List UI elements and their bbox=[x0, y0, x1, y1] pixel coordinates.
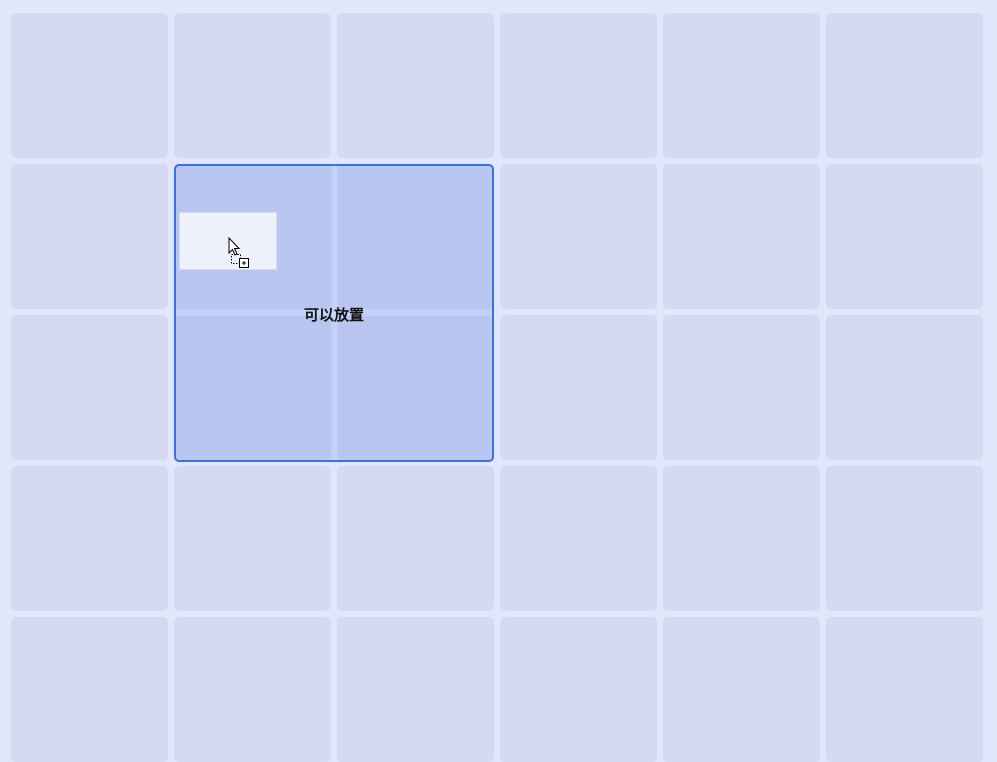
drop-zone-highlight[interactable]: 可以放置 bbox=[174, 164, 494, 462]
grid-cell[interactable] bbox=[826, 466, 983, 611]
grid-cell[interactable] bbox=[826, 617, 983, 762]
grid-cell[interactable] bbox=[500, 466, 657, 611]
grid-board bbox=[11, 13, 983, 762]
drag-copy-cursor-icon bbox=[228, 237, 249, 268]
grid-cell[interactable] bbox=[500, 13, 657, 158]
grid-cell[interactable] bbox=[337, 466, 494, 611]
grid-cell[interactable] bbox=[663, 13, 820, 158]
grid-cell[interactable] bbox=[174, 617, 331, 762]
drop-zone-label: 可以放置 bbox=[303, 306, 364, 324]
grid-cell[interactable] bbox=[337, 617, 494, 762]
grid-cell[interactable] bbox=[663, 164, 820, 309]
grid-cell[interactable] bbox=[11, 315, 168, 460]
grid-cell[interactable] bbox=[500, 617, 657, 762]
grid-cell[interactable] bbox=[826, 164, 983, 309]
grid-cell[interactable] bbox=[174, 13, 331, 158]
grid-cell[interactable] bbox=[500, 315, 657, 460]
grid-cell[interactable] bbox=[500, 164, 657, 309]
grid-cell[interactable] bbox=[663, 617, 820, 762]
grid-cell[interactable] bbox=[174, 466, 331, 611]
grid-cell[interactable] bbox=[826, 13, 983, 158]
grid-cell[interactable] bbox=[11, 13, 168, 158]
grid-cell[interactable] bbox=[11, 164, 168, 309]
grid-cell[interactable] bbox=[663, 315, 820, 460]
grid-cell[interactable] bbox=[11, 617, 168, 762]
grid-cell[interactable] bbox=[826, 315, 983, 460]
grid-cell[interactable] bbox=[11, 466, 168, 611]
grid-cell[interactable] bbox=[663, 466, 820, 611]
grid-cell[interactable] bbox=[337, 13, 494, 158]
